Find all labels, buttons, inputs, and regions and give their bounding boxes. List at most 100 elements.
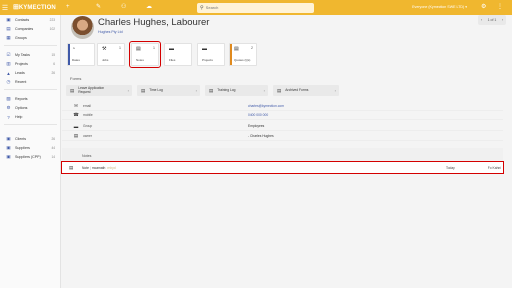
prev-icon[interactable]: ‹ [481,18,482,22]
form-icon: ▤ [70,87,75,93]
card-count: 2 [251,46,253,50]
note-row[interactable]: ▤ Note|mcamath rnhyd Today Fo Kahni [61,161,504,174]
card-quotes-qs[interactable]: ▤ 2 Quotes (Qs) [229,43,257,66]
suppliers-icon: ▣ [6,145,11,150]
notes-title: Notes [82,154,92,158]
jobs-icon: ⚒ [102,46,107,52]
sidebar-item-recent[interactable]: ◷ Recent [0,78,61,86]
sidebar-item-label: My Tasks [15,53,30,57]
sidebar-item-count: 26 [51,71,55,75]
notes-icon: ▤ [136,46,141,52]
form-label: Leave Application Request [78,85,105,94]
cloud-icon[interactable]: ☁ [146,3,152,12]
dates-icon: ◔ [72,46,76,52]
clients-icon: ▣ [6,136,11,141]
sidebar-divider [4,89,57,90]
sidebar-item-suppliers[interactable]: ▣ Suppliers 44 [0,144,61,152]
sidebar-item-label: Suppliers [15,146,30,150]
sidebar-item-count: 44 [51,146,55,150]
sidebar-item-clients[interactable]: ▣ Clients 26 [0,135,61,143]
chevron-right-icon: › [263,88,265,93]
card-label: Dates [72,58,80,62]
sidebar-item-count: 14 [51,155,55,159]
detail-row-mobile: ☎ mobile 0400 000 000 [62,111,503,120]
help-icon: ? [7,114,10,120]
card-notes[interactable]: ▤ 1 Notes [128,40,162,69]
detail-row-email: ✉ email charles@kymection.com [62,102,503,111]
sidebar-item-contacts[interactable]: ▣ Contacts 223 [0,16,61,24]
avatar [71,16,94,39]
leads-icon: ▲ [6,70,11,76]
sidebar-item-leads[interactable]: ▲ Leads 26 [0,69,61,77]
projects-icon: ▥ [6,61,11,66]
card-label: Jobs [102,58,109,62]
sidebar-item-suppliers-cpp[interactable]: ▣ Suppliers (CPP) 14 [0,153,61,161]
sidebar-item-options[interactable]: ⚙ Options [0,104,61,112]
sidebar-item-count: 223 [49,18,55,22]
form-leave-application[interactable]: ▤ Leave Application Request › [66,85,132,96]
sidebar-item-reports[interactable]: ▧ Reports [0,95,61,103]
detail-value: Employees [248,124,265,128]
sidebar-divider [4,124,57,125]
card-files[interactable]: ▬ Files [164,43,192,66]
card-count: 1 [153,46,155,50]
form-icon: ▤ [277,87,282,93]
owner-icon: ▤ [73,133,79,138]
sidebar-item-count: 15 [51,53,55,57]
card-jobs[interactable]: ⚒ 1 Jobs [97,43,125,66]
card-accent [230,44,232,65]
sidebar-item-my-tasks[interactable]: ☑ My Tasks 15 [0,51,61,59]
record-pager: ‹ 1 of 1 › [478,15,506,25]
pager-label: 1 of 1 [487,18,497,22]
form-time-log[interactable]: ▤ Time Log › [137,85,200,96]
more-icon[interactable]: ⋮ [497,3,503,10]
note-author: mcamath [91,165,106,170]
search-box[interactable]: ⚲ [197,2,314,13]
companies-icon: ▤ [6,26,11,31]
note-type: Note [82,165,89,170]
detail-label: mobile [83,113,93,117]
sidebar-item-label: Clients [15,137,26,141]
detail-label: Group [83,124,93,128]
card-dates[interactable]: ◔ Dates [67,43,95,66]
contact-icon[interactable]: ⚇ [121,3,126,12]
menu-icon[interactable]: ☰ [0,0,10,15]
quotes-icon: ▤ [234,46,239,52]
chevron-right-icon: › [334,88,336,93]
logo-text: KYMECTION [18,4,56,11]
form-label: Training Log [217,87,236,92]
user-scope-dropdown[interactable]: Everyone (Kymection SWE LTD) ▾ [412,5,467,9]
edit-icon[interactable]: ✎ [96,3,101,12]
sidebar-item-label: Help [15,115,23,119]
next-icon[interactable]: › [502,18,503,22]
add-icon[interactable]: + [66,3,70,12]
settings-icon[interactable]: ⚙ [481,3,486,10]
detail-label: email [83,104,91,108]
detail-value[interactable]: 0400 000 000 [248,113,268,117]
page-title: Charles Hughes, Labourer [98,17,210,28]
sidebar-item-count: 26 [51,137,55,141]
form-training-log[interactable]: ▤ Training Log › [205,85,268,96]
sidebar-item-label: Companies [15,27,34,31]
sidebar-item-label: Suppliers (CPP) [15,155,41,159]
chevron-right-icon: › [195,88,197,93]
search-icon: ⚲ [200,4,204,11]
company-link[interactable]: Hughes Pty Ltd [98,30,123,34]
sidebar-item-projects[interactable]: ▥ Projects 6 [0,60,61,68]
sidebar-item-help[interactable]: ? Help [0,113,61,121]
sidebar-item-label: Groups [15,36,27,40]
sidebar-item-label: Contacts [15,18,30,22]
detail-value[interactable]: charles@kymection.com [248,104,284,108]
card-count: 1 [119,46,121,50]
suppliers-cpp-icon: ▣ [6,154,11,159]
sidebar-item-groups[interactable]: ▦ Groups [0,34,61,42]
note-icon: ▤ [69,164,74,170]
form-archived-forms[interactable]: ▤ Archived Forms › [273,85,339,96]
card-projects[interactable]: ▬ Projects [197,43,225,66]
sidebar-item-count: 6 [53,62,55,66]
logo[interactable]: ⊞ KYMECTION [13,4,56,11]
sidebar-item-companies[interactable]: ▤ Companies 102 [0,25,61,33]
tasks-icon: ☑ [6,52,11,57]
search-input[interactable] [205,5,306,10]
group-icon: ▬ [73,123,79,129]
